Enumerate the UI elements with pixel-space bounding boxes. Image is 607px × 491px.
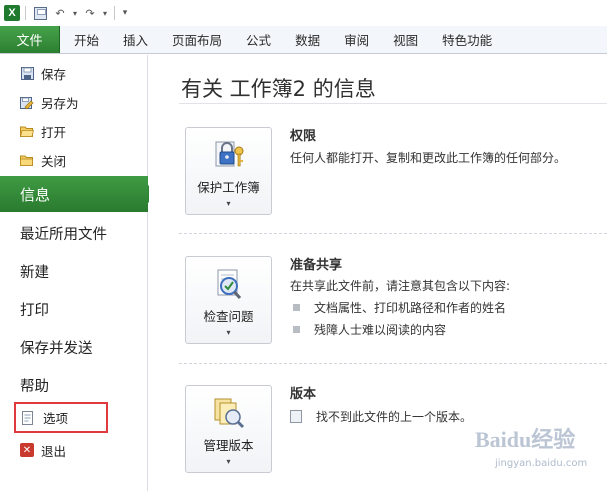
excel-logo-icon[interactable]: X: [4, 5, 20, 21]
tab-formulas[interactable]: 公式: [234, 26, 283, 53]
versions-status: 找不到此文件的上一个版本。: [290, 408, 472, 425]
redo-dropdown-icon[interactable]: ▾: [101, 4, 109, 22]
toolbar-divider: [114, 6, 115, 20]
prepare-sharing-text: 在共享此文件前，请注意其包含以下内容:: [290, 279, 511, 293]
nav-item-recent-files[interactable]: 最近所用文件: [0, 215, 148, 251]
nav-item-options[interactable]: 选项: [14, 402, 108, 433]
inspect-document-icon: [212, 267, 246, 301]
tab-home[interactable]: 开始: [60, 26, 111, 53]
check-for-issues-label: 检查问题: [203, 309, 254, 324]
save-icon: [20, 67, 34, 81]
tab-special-features[interactable]: 特色功能: [430, 26, 504, 53]
tab-review[interactable]: 审阅: [332, 26, 381, 53]
close-folder-icon: [20, 154, 34, 168]
list-item: 残障人士难以阅读的内容: [293, 321, 446, 338]
nav-item-label: 选项: [43, 411, 69, 426]
undo-icon[interactable]: ↶: [51, 4, 69, 22]
nav-item-label: 另存为: [41, 96, 79, 111]
toolbar-divider: [25, 6, 26, 20]
save-as-icon: [20, 96, 34, 110]
nav-item-save[interactable]: 保存: [0, 59, 147, 88]
exit-icon: ✕: [20, 443, 34, 457]
customize-toolbar-icon[interactable]: ▾: [120, 4, 130, 22]
lock-keys-icon: [212, 138, 246, 172]
manage-versions-button[interactable]: 管理版本 ▾: [185, 385, 272, 473]
permissions-heading: 权限: [290, 129, 317, 144]
tab-file[interactable]: 文件: [0, 26, 60, 53]
ribbon-tabs: 文件 开始 插入 页面布局 公式 数据 审阅 视图 特色功能: [0, 26, 607, 54]
nav-item-open[interactable]: 打开: [0, 117, 147, 146]
backstage-nav: 保存 另存为 打开 关闭 信息 最近所用文件 新建 打印 保存并发送 帮助 选项…: [0, 55, 157, 491]
options-icon: [22, 410, 36, 425]
nav-item-new[interactable]: 新建: [0, 253, 148, 289]
bullet-icon: [293, 304, 300, 311]
permissions-text: 任何人都能打开、复制和更改此工作簿的任何部分。: [290, 151, 567, 165]
list-item: 文档属性、打印机路径和作者的姓名: [293, 299, 506, 316]
document-version-icon: [290, 410, 302, 423]
nav-item-save-and-send[interactable]: 保存并发送: [0, 329, 148, 365]
versions-text: 找不到此文件的上一个版本。: [316, 410, 473, 424]
tab-page-layout[interactable]: 页面布局: [160, 26, 234, 53]
section-divider: [179, 233, 607, 234]
list-item-text: 残障人士难以阅读的内容: [314, 323, 447, 337]
tab-data[interactable]: 数据: [283, 26, 332, 53]
prepare-sharing-heading: 准备共享: [290, 258, 343, 273]
watermark-url: jingyan.baidu.com: [495, 458, 588, 469]
manage-versions-label: 管理版本: [203, 438, 254, 453]
nav-item-label: 打开: [41, 125, 67, 140]
save-icon[interactable]: [31, 4, 49, 22]
section-divider: [179, 363, 607, 364]
watermark-logo: Baidu经验: [475, 427, 576, 452]
nav-item-close[interactable]: 关闭: [0, 146, 147, 175]
nav-item-label: 退出: [41, 443, 67, 459]
chevron-down-icon: ▾: [226, 199, 231, 208]
open-folder-icon: [20, 125, 34, 139]
nav-item-save-as[interactable]: 另存为: [0, 88, 147, 117]
versions-heading: 版本: [290, 387, 317, 402]
nav-item-print[interactable]: 打印: [0, 291, 148, 327]
nav-item-label: 保存: [41, 67, 67, 82]
watermark: Baidu经验 jingyan.baidu.com: [475, 418, 603, 488]
nav-item-label: 关闭: [41, 154, 67, 169]
nav-item-exit[interactable]: ✕ 退出: [0, 436, 148, 464]
title-divider: [179, 103, 607, 104]
nav-item-help[interactable]: 帮助: [0, 367, 148, 403]
chevron-down-icon: ▾: [226, 328, 231, 337]
tab-insert[interactable]: 插入: [111, 26, 160, 53]
protect-workbook-label: 保护工作簿: [197, 180, 260, 195]
chevron-down-icon: ▾: [226, 457, 231, 466]
undo-dropdown-icon[interactable]: ▾: [71, 4, 79, 22]
protect-workbook-button[interactable]: 保护工作簿 ▾: [185, 127, 272, 215]
tab-view[interactable]: 视图: [381, 26, 430, 53]
redo-icon[interactable]: ↷: [81, 4, 99, 22]
quick-access-toolbar: X ↶ ▾ ↷ ▾ ▾: [0, 0, 607, 26]
bullet-icon: [293, 326, 300, 333]
check-for-issues-button[interactable]: 检查问题 ▾: [185, 256, 272, 344]
versions-icon: [212, 396, 246, 430]
nav-item-info[interactable]: 信息: [0, 176, 157, 212]
page-title: 有关 工作簿2 的信息: [181, 77, 376, 101]
list-item-text: 文档属性、打印机路径和作者的姓名: [314, 301, 507, 315]
